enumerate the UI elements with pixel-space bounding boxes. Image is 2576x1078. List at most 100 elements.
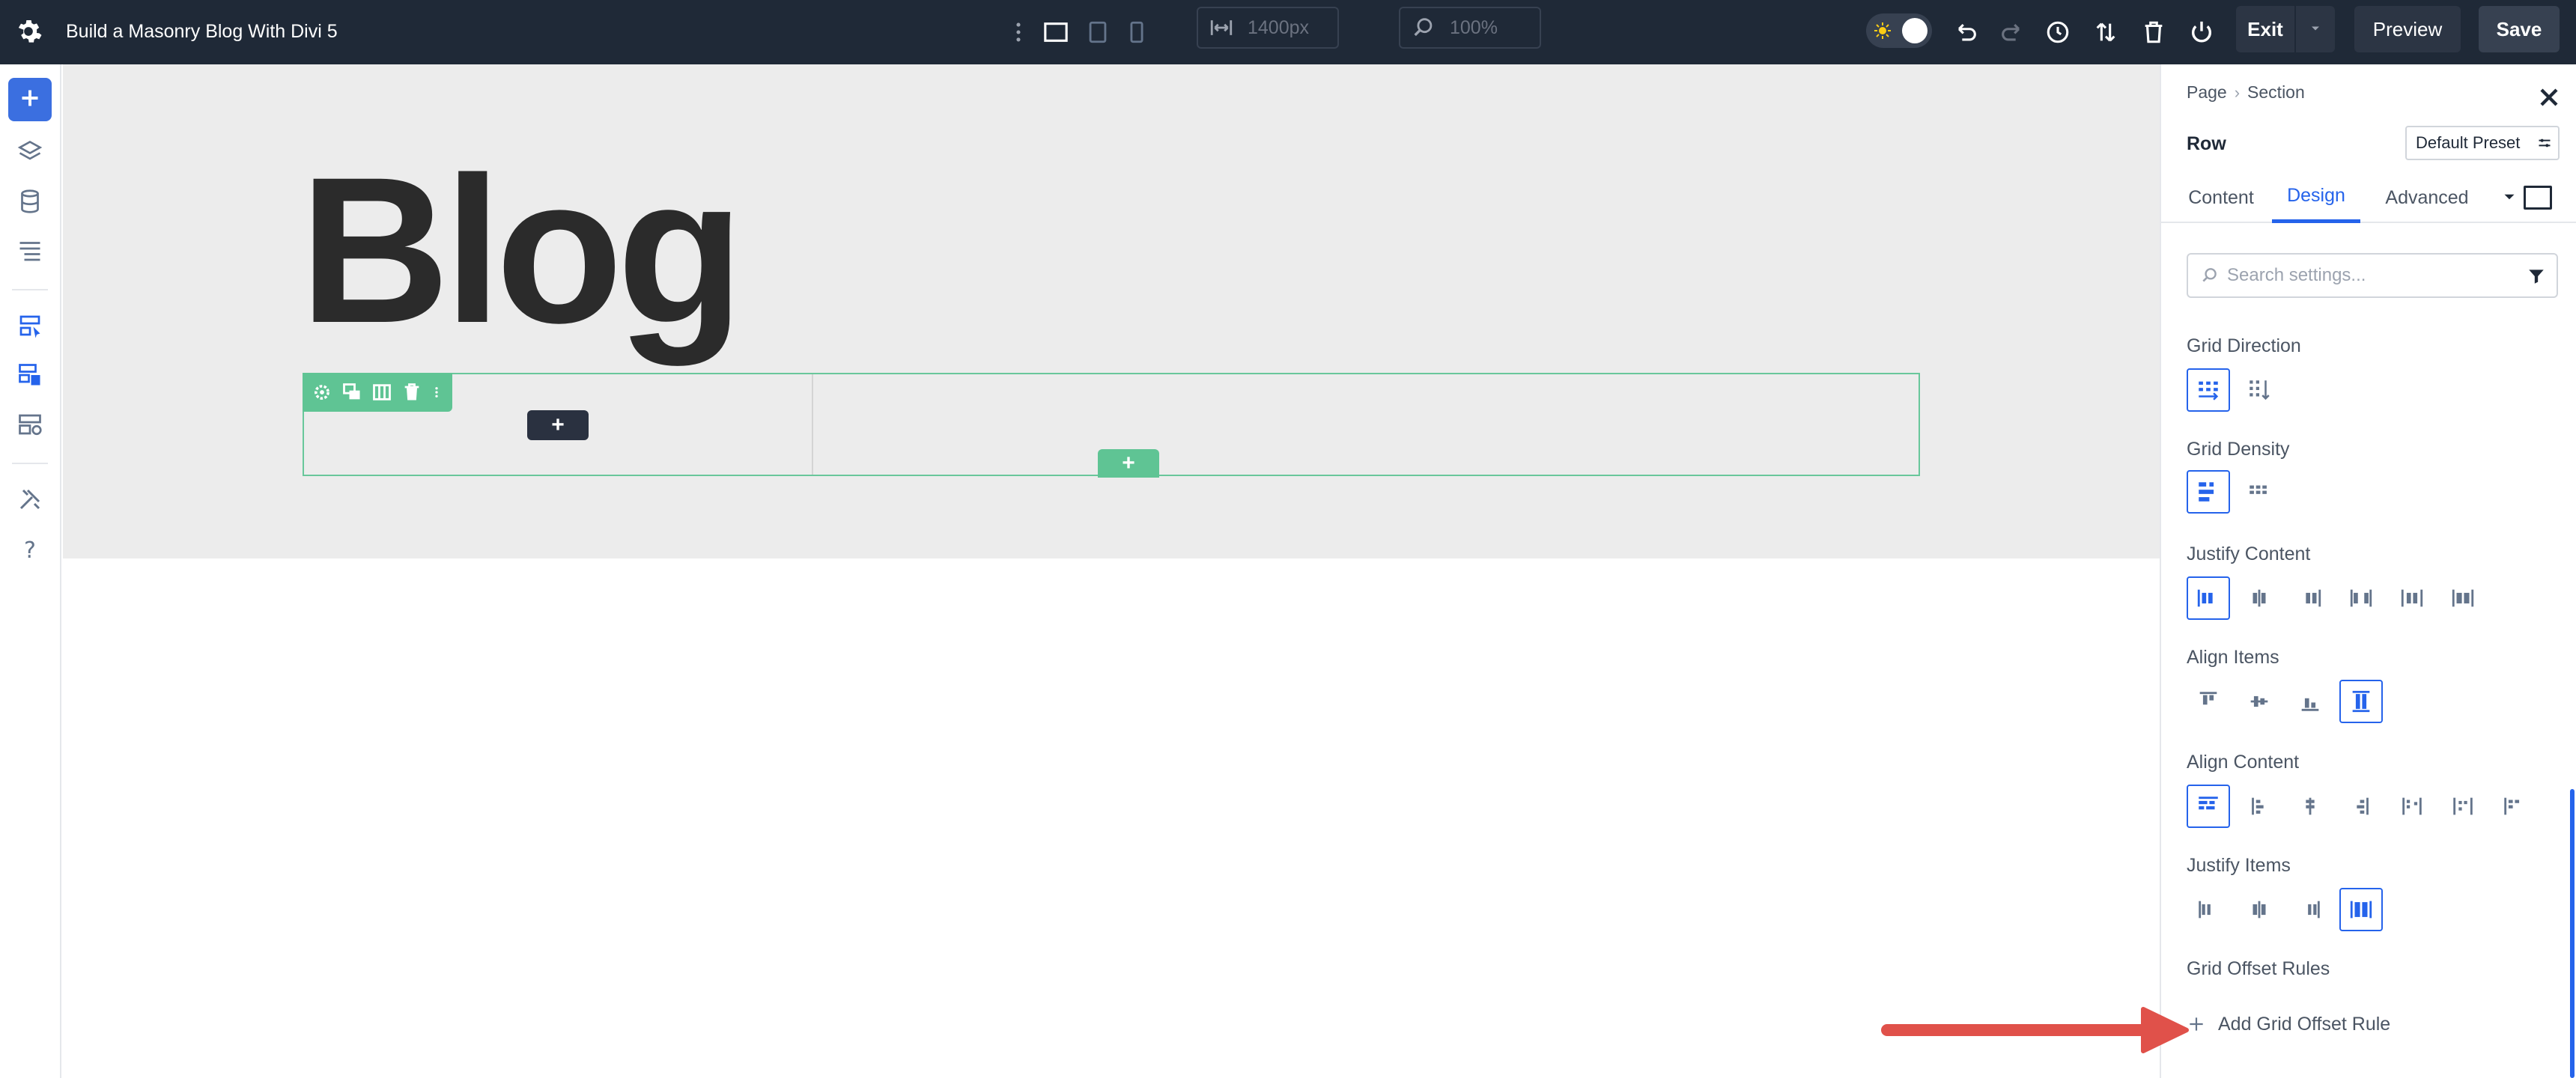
power-icon[interactable] bbox=[2178, 13, 2226, 51]
sidebar-divider bbox=[12, 463, 48, 464]
align-items-end-option[interactable] bbox=[2288, 680, 2332, 723]
preset-options-icon bbox=[2537, 135, 2552, 150]
trash-icon[interactable] bbox=[2130, 13, 2178, 51]
settings-panel: Page › Section Row Default Preset Conten… bbox=[2160, 64, 2576, 1078]
exit-button[interactable]: Exit bbox=[2236, 6, 2294, 52]
builder-button[interactable] bbox=[8, 305, 52, 349]
align-content-stretch-option[interactable] bbox=[2492, 785, 2536, 828]
columns-icon[interactable] bbox=[370, 380, 394, 404]
tablet-view-icon[interactable] bbox=[1078, 13, 1117, 51]
sort-icon[interactable] bbox=[2082, 13, 2130, 51]
database-icon bbox=[16, 188, 43, 219]
grid-offset-rules-label: Grid Offset Rules bbox=[2187, 958, 2330, 979]
align-content-end-option[interactable] bbox=[2288, 785, 2332, 828]
panel-expand-icon[interactable] bbox=[2524, 186, 2552, 210]
align-content-space-between-option[interactable] bbox=[2339, 785, 2383, 828]
panel-tabs: Content Design Advanced bbox=[2161, 172, 2576, 223]
blog-heading[interactable]: Blog bbox=[300, 130, 744, 370]
annotation-arrow-icon bbox=[1881, 1007, 2189, 1053]
save-button[interactable]: Save bbox=[2479, 6, 2560, 52]
grid-direction-column-option[interactable] bbox=[2238, 368, 2281, 412]
tab-design[interactable]: Design bbox=[2272, 172, 2360, 223]
grid-direction-row-option[interactable] bbox=[2187, 368, 2230, 412]
preview-button[interactable]: Preview bbox=[2354, 6, 2461, 52]
justify-content-start-option[interactable] bbox=[2187, 576, 2230, 620]
help-icon: ? bbox=[24, 537, 36, 564]
redo-icon[interactable] bbox=[1989, 13, 2034, 51]
zoom-icon bbox=[1411, 15, 1436, 40]
chevron-right-icon: › bbox=[2234, 82, 2241, 102]
exit-dropdown-button[interactable] bbox=[2296, 6, 2335, 52]
justify-items-center-option[interactable] bbox=[2238, 888, 2281, 931]
add-icon bbox=[16, 85, 43, 115]
width-field[interactable]: 1400px bbox=[1197, 7, 1339, 49]
undo-icon[interactable] bbox=[1944, 13, 1989, 51]
filter-icon[interactable] bbox=[2527, 267, 2546, 286]
grid-density-dense-option[interactable] bbox=[2238, 470, 2281, 514]
add-grid-offset-rule-button[interactable]: Add Grid Offset Rule bbox=[2187, 1009, 2390, 1039]
toggle-knob bbox=[1902, 18, 1928, 43]
gear-icon[interactable] bbox=[310, 380, 334, 404]
tab-advanced[interactable]: Advanced bbox=[2371, 172, 2483, 223]
more-icon[interactable] bbox=[430, 380, 443, 404]
preset-selector[interactable]: Default Preset bbox=[2405, 126, 2560, 160]
justify-content-space-around-option[interactable] bbox=[2390, 576, 2434, 620]
justify-items-stretch-option[interactable] bbox=[2339, 888, 2383, 931]
breadcrumb-page[interactable]: Page bbox=[2187, 82, 2227, 103]
panel-scrollbar[interactable] bbox=[2570, 789, 2575, 1078]
zoom-value: 100% bbox=[1450, 16, 1498, 38]
justify-items-end-option[interactable] bbox=[2288, 888, 2332, 931]
justify-content-space-evenly-option[interactable] bbox=[2441, 576, 2485, 620]
phone-view-icon[interactable] bbox=[1117, 13, 1156, 51]
width-icon bbox=[1209, 15, 1234, 40]
grid-density-sparse-option[interactable] bbox=[2187, 470, 2230, 514]
history-icon[interactable] bbox=[2034, 13, 2082, 51]
breadcrumb: Page › Section bbox=[2187, 82, 2305, 103]
align-items-center-option[interactable] bbox=[2238, 680, 2281, 723]
add-row-button[interactable]: + bbox=[1098, 449, 1159, 478]
grid-density-options bbox=[2187, 470, 2281, 514]
add-element-button[interactable] bbox=[8, 78, 52, 121]
breadcrumb-section[interactable]: Section bbox=[2247, 82, 2305, 103]
justify-content-end-option[interactable] bbox=[2288, 576, 2332, 620]
justify-items-start-option[interactable] bbox=[2187, 888, 2230, 931]
align-content-space-evenly-option[interactable] bbox=[2441, 785, 2485, 828]
justify-content-label: Justify Content bbox=[2187, 543, 2311, 564]
align-items-start-option[interactable] bbox=[2187, 680, 2230, 723]
zoom-field[interactable]: 100% bbox=[1399, 7, 1541, 49]
caret-down-icon[interactable] bbox=[2500, 187, 2519, 207]
close-icon[interactable] bbox=[2534, 82, 2564, 112]
duplicate-icon[interactable] bbox=[340, 380, 364, 404]
layout-button[interactable] bbox=[8, 231, 52, 274]
align-content-start-option[interactable] bbox=[2187, 785, 2230, 828]
grid-density-label: Grid Density bbox=[2187, 439, 2290, 460]
trash-icon[interactable] bbox=[400, 380, 424, 404]
tab-content[interactable]: Content bbox=[2184, 172, 2258, 223]
align-content-center-option[interactable] bbox=[2238, 785, 2281, 828]
layers-button[interactable] bbox=[8, 132, 52, 175]
search-placeholder: Search settings... bbox=[2227, 265, 2366, 285]
justify-content-center-option[interactable] bbox=[2238, 576, 2281, 620]
justify-content-space-between-option[interactable] bbox=[2339, 576, 2383, 620]
desktop-view-icon[interactable] bbox=[1033, 13, 1078, 51]
add-grid-offset-rule-label: Add Grid Offset Rule bbox=[2218, 1013, 2391, 1035]
tools-button[interactable] bbox=[8, 479, 52, 523]
theme-sun-icon bbox=[1874, 22, 1892, 40]
database-button[interactable] bbox=[8, 181, 52, 225]
add-module-button[interactable]: + bbox=[527, 410, 589, 440]
search-settings-field[interactable]: Search settings... bbox=[2187, 253, 2558, 298]
theme-toggle[interactable] bbox=[1866, 13, 1932, 48]
theme-builder-button[interactable] bbox=[8, 355, 52, 398]
align-content-space-around-option[interactable] bbox=[2390, 785, 2434, 828]
more-vertical-icon[interactable] bbox=[1003, 13, 1033, 51]
align-content-options bbox=[2187, 785, 2536, 828]
theme-builder-icon bbox=[16, 362, 43, 392]
row[interactable]: + + bbox=[303, 373, 1920, 478]
loop-button[interactable] bbox=[8, 404, 52, 448]
align-items-stretch-option[interactable] bbox=[2339, 680, 2383, 723]
section[interactable]: Blog + + bbox=[63, 64, 2160, 558]
settings-gear-icon[interactable] bbox=[13, 16, 43, 46]
page-title: Build a Masonry Blog With Divi 5 bbox=[66, 21, 338, 42]
help-button[interactable]: ? bbox=[8, 529, 52, 572]
align-content-label: Align Content bbox=[2187, 752, 2300, 773]
